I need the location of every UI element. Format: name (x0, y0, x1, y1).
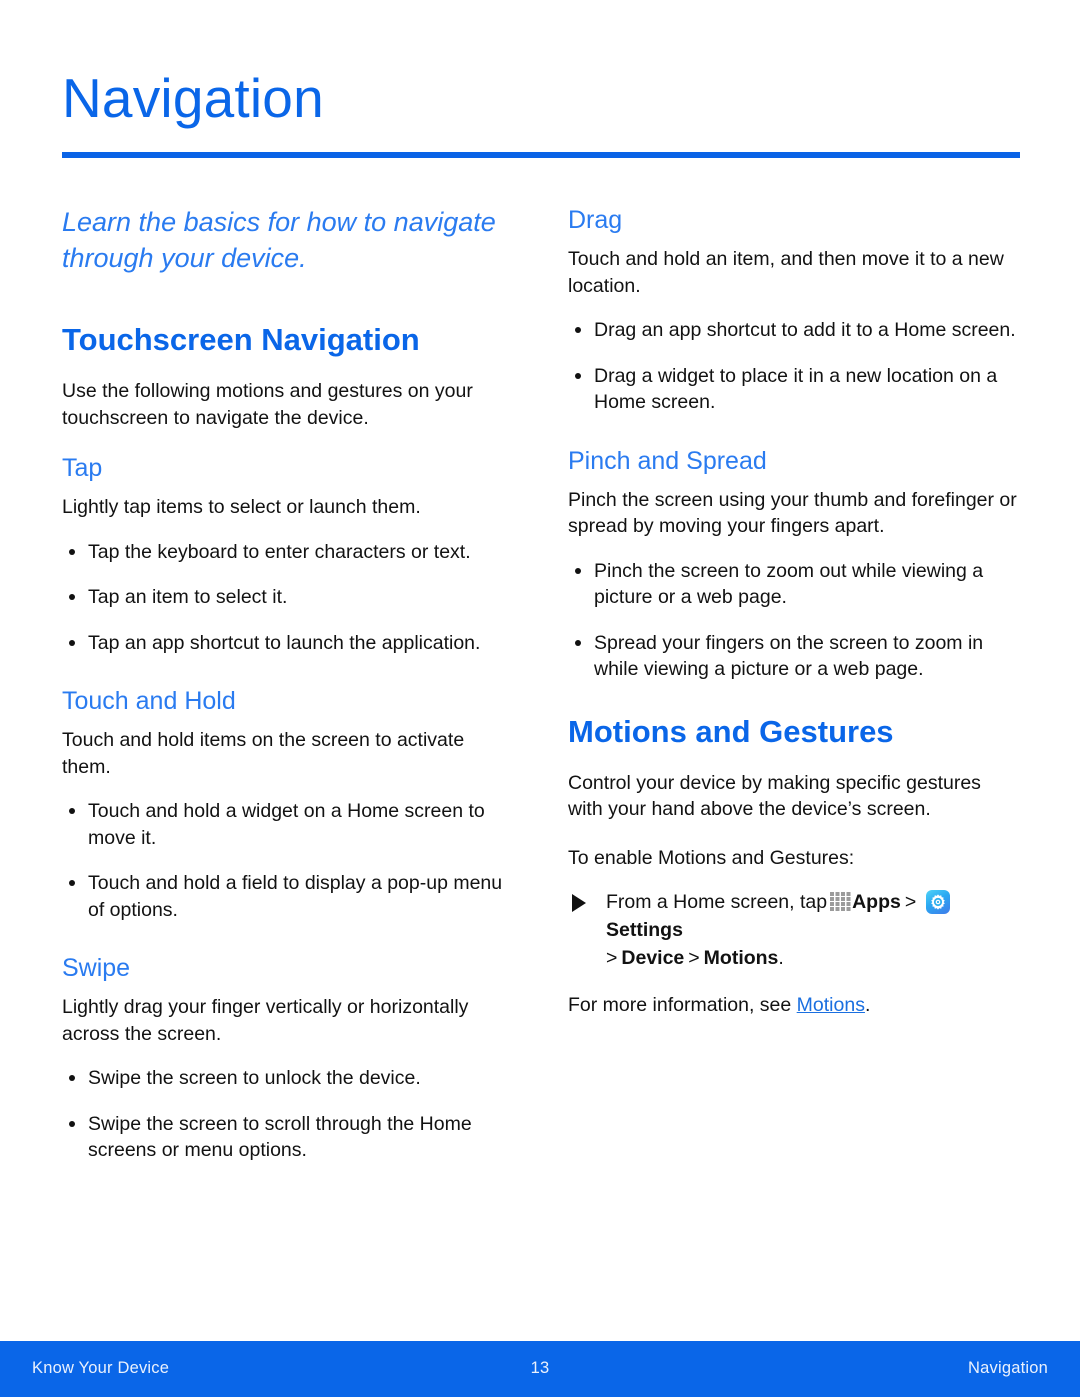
step-separator-2: > (606, 946, 618, 969)
bullet-dot-icon (575, 567, 581, 574)
document-page: Navigation Learn the basics for how to n… (0, 0, 1080, 1397)
bullet-dot-icon (69, 639, 75, 646)
page-footer: Know Your Device 13 Navigation (0, 1341, 1080, 1397)
intro-lede: Learn the basics for how to navigate thr… (62, 207, 496, 273)
list-item: Tap the keyboard to enter characters or … (62, 539, 512, 566)
left-column: Learn the basics for how to navigate thr… (62, 205, 512, 1194)
subsection-heading-tap: Tap (62, 454, 103, 483)
list-item-text: Touch and hold a widget on a Home screen… (88, 800, 485, 849)
list-item-text: Spread your fingers on the screen to zoo… (594, 631, 984, 681)
more-information-line: For more information, see Motions. (568, 992, 1018, 1019)
footer-chapter-label: Navigation (968, 1359, 1048, 1377)
subsection-intro-drag: Touch and hold an item, and then move it… (568, 248, 1004, 297)
step-motions-label: Motions (703, 946, 779, 969)
bullet-dot-icon (575, 327, 581, 334)
step-triangle-icon (572, 894, 586, 913)
subsection-intro-pinch-and-spread: Pinch the screen using your thumb and fo… (568, 488, 1017, 538)
list-item: Spread your fingers on the screen to zoo… (568, 630, 1018, 683)
step-enable-motions: From a Home screen, tap Apps > Settings … (568, 889, 1018, 972)
subsection-heading-touch-and-hold: Touch and Hold (62, 687, 236, 716)
subsection-heading-pinch-and-spread: Pinch and Spread (568, 446, 767, 475)
bullet-dot-icon (575, 372, 581, 379)
section-heading-motions-and-gestures: Motions and Gestures (568, 713, 894, 749)
step-period: . (778, 946, 784, 969)
bullet-list-pinch-and-spread: Pinch the screen to zoom out while viewi… (568, 558, 1018, 683)
bullet-list-touch-and-hold: Touch and hold a widget on a Home screen… (62, 798, 512, 923)
right-column: Drag Touch and hold an item, and then mo… (568, 205, 1018, 1041)
more-info-prefix: For more information, see (568, 994, 797, 1017)
list-item-text: Swipe the screen to scroll through the H… (88, 1112, 472, 1162)
apps-grid-icon[interactable] (830, 892, 851, 912)
bullet-dot-icon (69, 1075, 75, 1082)
section-intro-motions-and-gestures: Control your device by making specific g… (568, 771, 981, 821)
step-apps-label: Apps (852, 891, 901, 914)
settings-gear-icon[interactable] (926, 890, 951, 915)
step-settings-label: Settings (606, 919, 683, 942)
list-item: Drag a widget to place it in a new locat… (568, 363, 1018, 416)
bullet-list-swipe: Swipe the screen to unlock the device. S… (62, 1065, 512, 1164)
bullet-dot-icon (69, 880, 75, 887)
bullet-dot-icon (69, 594, 75, 601)
bullet-dot-icon (69, 1120, 75, 1127)
section-intro-touchscreen-navigation: Use the following motions and gestures o… (62, 380, 473, 429)
footer-page-number: 13 (530, 1359, 550, 1377)
motions-link[interactable]: Motions (797, 994, 865, 1016)
list-item-text: Drag a widget to place it in a new locat… (594, 364, 998, 414)
list-item: Swipe the screen to scroll through the H… (62, 1111, 512, 1164)
step-separator-1: > (904, 891, 917, 914)
bullet-dot-icon (69, 548, 75, 555)
list-item: Swipe the screen to unlock the device. (62, 1065, 512, 1092)
step-device-label: Device (621, 946, 685, 969)
list-item-text: Touch and hold a field to display a pop-… (88, 872, 503, 921)
subsection-intro-swipe: Lightly drag your finger vertically or h… (62, 996, 469, 1045)
enable-motions-label: To enable Motions and Gestures: (568, 846, 855, 869)
page-title: Navigation (62, 67, 324, 129)
list-item-text: Tap an app shortcut to launch the applic… (88, 631, 481, 654)
list-item-text: Tap the keyboard to enter characters or … (88, 540, 471, 563)
list-item: Touch and hold a widget on a Home screen… (62, 798, 512, 851)
bullet-list-tap: Tap the keyboard to enter characters or … (62, 539, 512, 657)
section-heading-touchscreen-navigation: Touchscreen Navigation (62, 321, 420, 357)
bullet-dot-icon (575, 639, 581, 646)
list-item: Touch and hold a field to display a pop-… (62, 870, 512, 923)
subsection-intro-tap: Lightly tap items to select or launch th… (62, 496, 421, 519)
list-item: Pinch the screen to zoom out while viewi… (568, 558, 1018, 611)
step-separator-3: > (688, 946, 700, 969)
list-item-text: Pinch the screen to zoom out while viewi… (594, 559, 984, 609)
list-item: Tap an item to select it. (62, 584, 512, 611)
title-divider (62, 152, 1020, 158)
list-item-text: Drag an app shortcut to add it to a Home… (594, 319, 1016, 342)
list-item: Tap an app shortcut to launch the applic… (62, 630, 512, 657)
subsection-intro-touch-and-hold: Touch and hold items on the screen to ac… (62, 729, 465, 778)
list-item-text: Tap an item to select it. (88, 586, 288, 609)
more-info-suffix: . (864, 994, 871, 1017)
bullet-list-drag: Drag an app shortcut to add it to a Home… (568, 317, 1018, 416)
bullet-dot-icon (69, 808, 75, 815)
subsection-heading-drag: Drag (568, 206, 623, 234)
list-item: Drag an app shortcut to add it to a Home… (568, 317, 1018, 344)
list-item-text: Swipe the screen to unlock the device. (88, 1067, 421, 1090)
step-lead-text: From a Home screen, tap (606, 891, 828, 914)
subsection-heading-swipe: Swipe (62, 954, 131, 983)
